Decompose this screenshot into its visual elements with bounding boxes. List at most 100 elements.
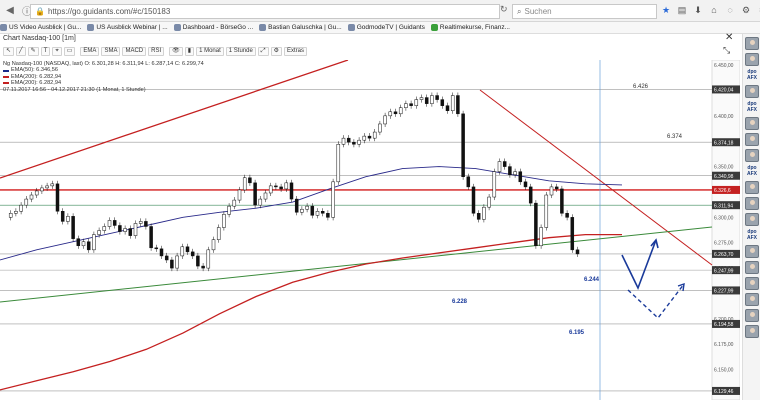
candle: [534, 202, 538, 247]
y-tick-label: 6.450,00: [714, 63, 734, 69]
candle: [34, 190, 39, 196]
candle: [398, 107, 403, 115]
candle: [528, 186, 533, 204]
bookmark-item[interactable]: US Ausblick Webinar | ...: [87, 24, 168, 31]
candle: [86, 241, 91, 251]
candle: [482, 206, 486, 220]
candle: [66, 216, 70, 222]
candle: [180, 246, 185, 257]
avatar[interactable]: [745, 37, 759, 50]
candle: [19, 204, 23, 212]
indicator-rsi-button[interactable]: RSI: [148, 47, 165, 56]
avatar[interactable]: [745, 325, 759, 338]
dpa-afx-logo[interactable]: dpo AFX: [745, 229, 759, 242]
reading-list-icon[interactable]: ▤: [676, 3, 688, 17]
shape-icon[interactable]: ▭: [63, 47, 76, 56]
dpa-afx-logo[interactable]: dpo AFX: [745, 69, 759, 82]
bookmark-item[interactable]: Dashboard - BörseGo ...: [173, 24, 253, 31]
indicator-macd-button[interactable]: MACD: [122, 47, 147, 56]
text-tool-icon[interactable]: T: [40, 47, 51, 56]
extension-icon[interactable]: ⚙: [740, 3, 752, 17]
avatar[interactable]: [745, 53, 759, 66]
dpa-afx-logo[interactable]: dpo AFX: [745, 165, 759, 178]
price-chart[interactable]: 6.450,00 6.400,00 6.350,00 6.300,00 6.275,00…: [0, 60, 740, 400]
candle: [554, 186, 559, 190]
avatar[interactable]: [745, 213, 759, 226]
cursor-icon[interactable]: ↖: [3, 47, 15, 56]
bookmark-star-icon[interactable]: ★: [660, 3, 672, 17]
measure-icon[interactable]: ⌖: [52, 47, 62, 56]
candle: [164, 255, 169, 261]
bookmark-icon: [430, 24, 438, 31]
avatar[interactable]: [745, 245, 759, 258]
zoom-icon[interactable]: ⤢: [257, 47, 269, 56]
indicator-ema-button[interactable]: EMA: [80, 47, 100, 56]
avatar[interactable]: [745, 293, 759, 306]
bookmark-item[interactable]: Bastian Galuschka | Gu...: [259, 24, 342, 31]
period-select[interactable]: 1 Monat: [196, 47, 224, 56]
avatar[interactable]: [745, 277, 759, 290]
candle: [268, 185, 273, 194]
candle: [242, 177, 247, 191]
avatar[interactable]: [745, 197, 759, 210]
candle: [315, 211, 320, 216]
candle: [549, 186, 554, 196]
price-tag-label: 6.194,58: [714, 322, 734, 328]
avatar[interactable]: [745, 117, 759, 130]
candle: [232, 199, 237, 207]
search-placeholder: Suchen: [524, 7, 552, 16]
eye-icon[interactable]: 👁: [169, 47, 183, 56]
home-icon[interactable]: ⌂: [708, 3, 720, 17]
candle: [466, 176, 471, 188]
candle: [92, 234, 96, 251]
candle: [170, 259, 174, 269]
candle: [40, 187, 44, 192]
settings-icon[interactable]: ⚙: [270, 47, 282, 56]
candle: [383, 115, 387, 125]
avatar[interactable]: [745, 309, 759, 322]
menu-icon[interactable]: ≡: [756, 3, 760, 17]
search-input[interactable]: ⌕ Suchen: [512, 4, 657, 19]
avatar[interactable]: [745, 181, 759, 194]
candle: [112, 220, 117, 226]
avatar[interactable]: [745, 133, 759, 146]
bookmark-item[interactable]: Realtimekurse, Finanz...: [430, 24, 510, 31]
dpa-afx-logo[interactable]: dpo AFX: [745, 101, 759, 114]
price-tag-label: 6.420,04: [714, 88, 734, 94]
download-icon[interactable]: ⬇: [692, 3, 704, 17]
extras-menu[interactable]: Extras: [284, 47, 308, 56]
search-icon: ⌕: [517, 6, 522, 16]
candle: [97, 230, 101, 235]
avatar[interactable]: [745, 85, 759, 98]
candle: [419, 97, 424, 100]
level-annotation: 6.195: [569, 330, 585, 336]
candle: [320, 211, 325, 214]
candle: [274, 185, 278, 188]
price-tag-label: 6.311,94: [714, 203, 733, 209]
legend-swatch: [3, 76, 9, 79]
candle: [326, 213, 330, 218]
close-icon[interactable]: ✕: [725, 32, 733, 43]
line-tool-icon[interactable]: ╱: [16, 47, 26, 56]
avatar[interactable]: [745, 149, 759, 162]
candle: [565, 213, 569, 218]
candle-type-icon[interactable]: ▮: [184, 47, 195, 56]
bookmark-item[interactable]: GodmodeTV | Guidants: [347, 24, 425, 31]
back-icon[interactable]: ◀: [3, 4, 17, 18]
avatar[interactable]: [745, 261, 759, 274]
y-tick-label: 6.275,00: [714, 241, 734, 247]
bookmark-item[interactable]: US Video Ausblick | Gu...: [0, 24, 81, 31]
indicator-sma-button[interactable]: SMA: [101, 47, 121, 56]
address-bar[interactable]: 🔒 https://go.guidants.com/#c/150183: [30, 4, 500, 19]
price-tag-label: 6.227,99: [714, 289, 734, 295]
interval-select[interactable]: 1 Stunde: [225, 47, 256, 56]
y-tick-label: 6.300,00: [714, 215, 734, 221]
pen-icon[interactable]: ✎: [27, 47, 39, 56]
candle: [461, 113, 465, 177]
reload-icon[interactable]: ↻: [500, 4, 510, 19]
candle: [331, 181, 335, 218]
pocket-icon[interactable]: ◌: [724, 3, 736, 17]
level-annotation: 6.228: [452, 299, 468, 305]
expand-icon[interactable]: ⤡: [723, 45, 730, 56]
right-sidebar: dpo AFX dpo AFX dpo AFX dpo AFX: [742, 34, 760, 400]
